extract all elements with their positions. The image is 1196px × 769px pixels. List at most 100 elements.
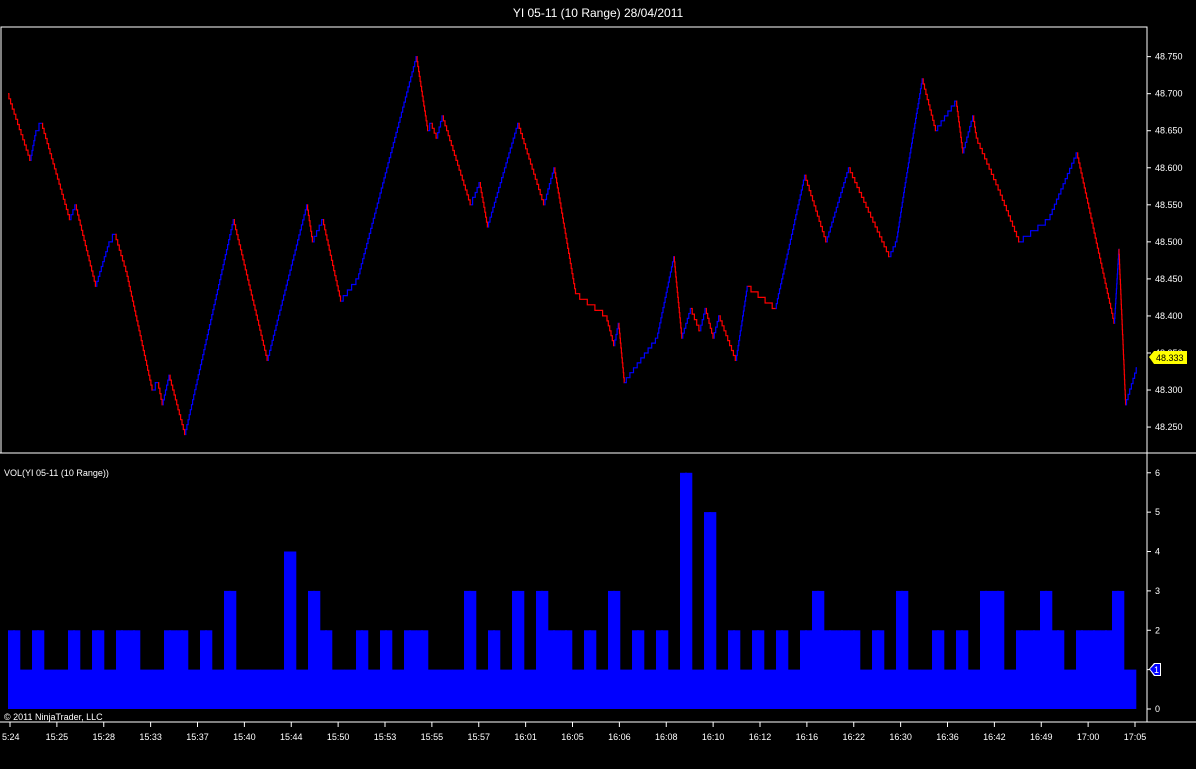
time-axis-tick-label: 15:50: [327, 732, 350, 742]
volume-bar: [332, 669, 345, 709]
time-axis-tick-label: 16:49: [1030, 732, 1053, 742]
price-segment: [307, 204, 313, 243]
price-segment: [96, 241, 110, 287]
price-segment: [70, 204, 76, 221]
price-segment: [1114, 248, 1120, 324]
volume-axis-tick-label: 3: [1155, 586, 1160, 596]
price-segment: [713, 315, 720, 339]
volume-bar: [248, 669, 261, 709]
price-segment: [936, 100, 957, 132]
volume-bar: [44, 669, 57, 709]
price-segment: [826, 167, 850, 243]
volume-bar: [428, 669, 441, 709]
price-segment: [544, 167, 555, 206]
copyright-label: © 2011 NinjaTrader, LLC: [4, 712, 103, 722]
price-segment: [747, 285, 776, 310]
time-axis-tick-label: 16:05: [561, 732, 584, 742]
price-axis-tick-label: 48.650: [1155, 126, 1183, 136]
price-segment: [8, 93, 31, 161]
price-segment: [75, 204, 97, 287]
price-segment: [188, 219, 234, 421]
volume-bar: [392, 669, 405, 709]
volume-axis-tick-label: 2: [1155, 625, 1160, 635]
time-axis-tick-label: 16:12: [749, 732, 772, 742]
volume-bar: [968, 669, 981, 709]
price-segment: [673, 256, 683, 339]
price-axis-tick-label: 48.700: [1155, 89, 1183, 99]
price-segment: [700, 307, 706, 332]
volume-bar: [716, 669, 729, 709]
price-segment: [889, 241, 897, 258]
last-volume-marker: 1: [1149, 663, 1161, 676]
price-segment: [719, 315, 737, 361]
price-segment: [341, 278, 358, 302]
time-axis-tick-label: 16:08: [655, 732, 678, 742]
volume-bar: [80, 669, 93, 709]
price-segment: [606, 315, 615, 347]
price-series: [8, 56, 1137, 436]
time-axis-tick-label: 15:55: [421, 732, 444, 742]
volume-bar: [476, 669, 489, 709]
price-axis-tick-label: 48.500: [1155, 237, 1183, 247]
volume-bar: [1124, 669, 1137, 709]
price-segment: [474, 182, 480, 198]
price-axis: 48.750 48.700 48.650 48.600 48.550 48.500 48.4…: [1147, 52, 1183, 432]
volume-bar: [668, 669, 681, 709]
time-axis-tick-label: 15:53: [374, 732, 397, 742]
price-segment: [470, 196, 475, 206]
price-segment: [115, 233, 127, 273]
price-segment: [775, 174, 806, 310]
time-axis-tick-label: 15:37: [186, 732, 209, 742]
price-axis-tick-label: 48.600: [1155, 163, 1183, 173]
price-segment: [431, 122, 437, 139]
volume-panel-label: VOL(YI 05-11 (10 Range)): [4, 468, 109, 478]
price-segment: [682, 307, 691, 339]
price-segment: [922, 78, 936, 132]
price-segment: [624, 337, 658, 384]
price-segment: [614, 322, 619, 347]
chart-svg[interactable]: 48.750 48.700 48.650 48.600 48.550 48.500 48.4…: [0, 0, 1196, 769]
volume-bar: [920, 669, 933, 709]
time-axis-tick-label: 16:22: [842, 732, 865, 742]
volume-bar: [572, 669, 585, 709]
volume-bar: [56, 669, 69, 709]
time-axis-tick-label: 16:30: [889, 732, 912, 742]
price-segment: [30, 130, 37, 161]
volume-bar: [272, 669, 285, 709]
price-segment: [233, 219, 268, 361]
price-segment: [1077, 152, 1115, 324]
volume-axis-tick-label: 4: [1155, 547, 1160, 557]
price-segment: [1118, 248, 1127, 406]
volume-axis: 6 5 4 3 2 1 0: [1147, 468, 1160, 714]
volume-bar: [368, 669, 381, 709]
volume-bar: [236, 669, 249, 709]
last-price-label: 48.333: [1156, 353, 1184, 363]
volume-bar: [860, 669, 873, 709]
time-axis-tick-label: 15:33: [139, 732, 162, 742]
price-segment: [618, 322, 625, 384]
price-segment: [41, 122, 71, 221]
volume-axis-tick-label: 6: [1155, 468, 1160, 478]
price-segment: [963, 115, 974, 154]
price-segment: [554, 167, 577, 295]
price-segment: [999, 189, 1020, 243]
price-segment: [973, 115, 977, 139]
volume-bar: [788, 669, 801, 709]
price-axis-tick-label: 48.450: [1155, 274, 1183, 284]
volume-bar: [884, 669, 897, 709]
time-axis-tick-label: 16:36: [936, 732, 959, 742]
price-axis-tick-label: 48.400: [1155, 311, 1183, 321]
volume-bar: [944, 669, 957, 709]
price-segment: [152, 382, 159, 391]
price-segment: [428, 122, 432, 132]
price-axis-tick-label: 48.550: [1155, 200, 1183, 210]
price-segment: [976, 137, 1000, 191]
volume-bar: [764, 669, 777, 709]
time-axis-tick-label: 16:01: [514, 732, 537, 742]
volume-bar: [260, 669, 273, 709]
price-segment: [323, 219, 342, 302]
price-axis-tick-label: 48.250: [1155, 422, 1183, 432]
volume-bar: [596, 669, 609, 709]
price-segment: [657, 256, 675, 339]
time-axis-tick-label: 15:44: [280, 732, 303, 742]
